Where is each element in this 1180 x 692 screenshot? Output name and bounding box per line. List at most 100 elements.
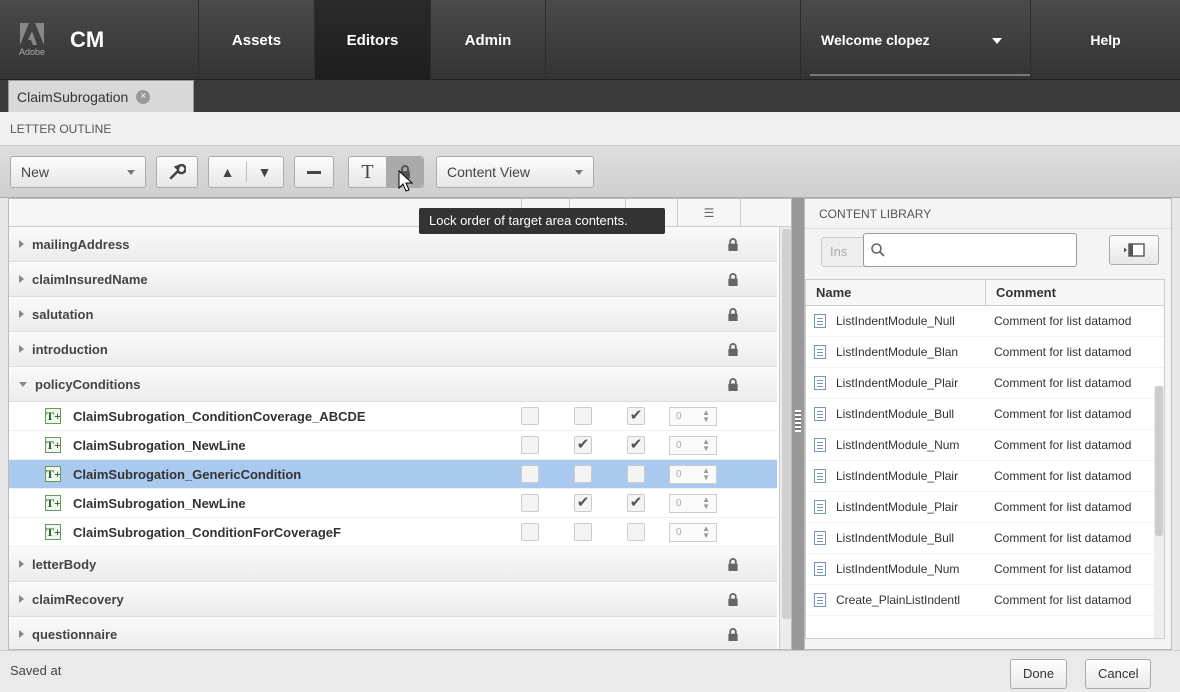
indent-column-icon[interactable]: ☰ bbox=[677, 199, 741, 227]
library-row[interactable]: ListIndentModule_Bull Comment for list da… bbox=[806, 523, 1164, 554]
indent-stepper[interactable]: 0 ▲ ▼ bbox=[669, 465, 717, 484]
tree-section-questionnaire[interactable]: questionnaire bbox=[9, 617, 777, 649]
collapse-panel-button[interactable] bbox=[1109, 235, 1159, 265]
chevron-down-icon bbox=[575, 169, 583, 175]
tree-section-policyconditions[interactable]: policyConditions bbox=[9, 367, 777, 402]
nav-tab-admin[interactable]: Admin bbox=[430, 0, 546, 80]
library-row-comment: Comment for list datamod bbox=[994, 593, 1132, 607]
selected-checkbox[interactable]: ✔ bbox=[627, 494, 645, 512]
selected-checkbox[interactable] bbox=[627, 523, 645, 541]
editable-checkbox[interactable] bbox=[521, 407, 539, 425]
stepper-arrows-icon[interactable]: ▲ ▼ bbox=[702, 496, 710, 511]
panel-splitter[interactable] bbox=[792, 198, 804, 650]
splitter-grip-icon[interactable] bbox=[795, 410, 801, 432]
library-search[interactable] bbox=[863, 233, 1077, 267]
expand-icon[interactable] bbox=[19, 345, 24, 353]
editable-checkbox[interactable] bbox=[521, 494, 539, 512]
library-search-input[interactable] bbox=[890, 242, 1070, 258]
tree-section-claimrecovery[interactable]: claimRecovery bbox=[9, 582, 777, 617]
tree-section-salutation[interactable]: salutation bbox=[9, 297, 777, 332]
properties-button[interactable] bbox=[156, 156, 198, 188]
library-scrollbar[interactable] bbox=[1154, 386, 1164, 638]
panel-collapse-icon bbox=[1124, 243, 1145, 257]
library-row[interactable]: ListIndentModule_Plair Comment for list d… bbox=[806, 368, 1164, 399]
library-row[interactable]: Create_PlainListIndentl Comment for list … bbox=[806, 585, 1164, 616]
tree-section-claiminsuredname[interactable]: claimInsuredName bbox=[9, 262, 777, 297]
expand-icon[interactable] bbox=[19, 560, 24, 568]
required-checkbox[interactable]: ✔ bbox=[574, 494, 592, 512]
child-name: ClaimSubrogation_ConditionForCoverageF bbox=[73, 524, 341, 540]
library-row-comment: Comment for list datamod bbox=[994, 407, 1132, 421]
lock-icon bbox=[728, 558, 738, 571]
indent-stepper[interactable]: 0 ▲ ▼ bbox=[669, 436, 717, 455]
lock-tooltip: Lock order of target area contents. bbox=[419, 208, 665, 234]
tree-child-row[interactable]: T+ ClaimSubrogation_ConditionCoverage_AB… bbox=[9, 402, 777, 431]
scrollbar-thumb[interactable] bbox=[782, 229, 791, 619]
stepper-arrows-icon[interactable]: ▲ ▼ bbox=[702, 525, 710, 540]
tree-scrollbar[interactable] bbox=[779, 227, 791, 649]
required-checkbox[interactable]: ✔ bbox=[574, 436, 592, 454]
tree-child-row[interactable]: T+ ClaimSubrogation_NewLine ✔ ✔ 0 ▲ ▼ bbox=[9, 489, 777, 518]
indent-stepper[interactable]: 0 ▲ ▼ bbox=[669, 494, 717, 513]
stepper-arrows-icon[interactable]: ▲ ▼ bbox=[702, 438, 710, 453]
scrollbar-thumb[interactable] bbox=[1155, 386, 1163, 536]
nav-tab-editors[interactable]: Editors bbox=[314, 0, 430, 80]
done-button[interactable]: Done bbox=[1010, 659, 1068, 689]
nav-tab-assets[interactable]: Assets bbox=[198, 0, 314, 80]
editable-checkbox[interactable] bbox=[521, 465, 539, 483]
required-checkbox[interactable] bbox=[574, 523, 592, 541]
indent-stepper[interactable]: 0 ▲ ▼ bbox=[669, 523, 717, 542]
new-select[interactable]: New bbox=[10, 156, 146, 188]
expand-icon[interactable] bbox=[19, 310, 24, 318]
tree-child-row[interactable]: T+ ClaimSubrogation_NewLine ✔ ✔ 0 ▲ ▼ bbox=[9, 431, 777, 460]
required-checkbox[interactable] bbox=[574, 465, 592, 483]
column-comment-header[interactable]: Comment bbox=[986, 280, 1056, 305]
child-name: ClaimSubrogation_ConditionCoverage_ABCDE bbox=[73, 408, 366, 424]
library-row[interactable]: ListIndentModule_Null Comment for list da… bbox=[806, 306, 1164, 337]
tree-section-letterbody[interactable]: letterBody bbox=[9, 547, 777, 582]
help-link[interactable]: Help bbox=[1030, 0, 1180, 80]
document-tab[interactable]: ClaimSubrogation × bbox=[8, 80, 194, 112]
cancel-button[interactable]: Cancel bbox=[1085, 659, 1152, 689]
user-menu[interactable]: Welcome clopez bbox=[800, 0, 1030, 80]
search-icon bbox=[871, 243, 885, 257]
indent-stepper[interactable]: 0 ▲ ▼ bbox=[669, 407, 717, 426]
library-row[interactable]: ListIndentModule_Bull Comment for list da… bbox=[806, 399, 1164, 430]
stepper-arrows-icon[interactable]: ▲ ▼ bbox=[702, 409, 710, 424]
library-row-name: Create_PlainListIndentl bbox=[836, 593, 961, 607]
arrow-down-icon[interactable]: ▼ bbox=[247, 164, 283, 180]
library-row-comment: Comment for list datamod bbox=[994, 531, 1132, 545]
editable-checkbox[interactable] bbox=[521, 436, 539, 454]
tree-section-introduction[interactable]: introduction bbox=[9, 332, 777, 367]
column-name-header[interactable]: Name bbox=[806, 280, 986, 305]
library-row[interactable]: ListIndentModule_Blan Comment for list da… bbox=[806, 337, 1164, 368]
expand-icon[interactable] bbox=[19, 275, 24, 283]
content-view-select[interactable]: Content View bbox=[436, 156, 594, 188]
library-row[interactable]: ListIndentModule_Plair Comment for list d… bbox=[806, 492, 1164, 523]
letter-outline-tree: ✎ ✱ ▶ ☰ mailingAddress claimInsuredName … bbox=[8, 198, 792, 650]
document-icon bbox=[814, 345, 826, 359]
arrow-up-icon[interactable]: ▲ bbox=[210, 164, 246, 180]
library-row[interactable]: ListIndentModule_Plair Comment for list d… bbox=[806, 461, 1164, 492]
expand-icon[interactable] bbox=[19, 630, 24, 638]
tree-child-row-selected[interactable]: T+ ClaimSubrogation_GenericCondition 0 ▲ ▼ bbox=[9, 460, 777, 489]
editable-checkbox[interactable] bbox=[521, 523, 539, 541]
selected-checkbox[interactable] bbox=[627, 465, 645, 483]
close-icon[interactable]: × bbox=[136, 89, 151, 104]
library-row[interactable]: ListIndentModule_Num Comment for list dat… bbox=[806, 430, 1164, 461]
expand-icon[interactable] bbox=[19, 240, 24, 248]
tree-child-row[interactable]: T+ ClaimSubrogation_ConditionForCoverage… bbox=[9, 518, 777, 547]
section-name: questionnaire bbox=[32, 626, 118, 642]
required-checkbox[interactable] bbox=[574, 407, 592, 425]
collapse-icon[interactable] bbox=[19, 381, 27, 387]
selected-checkbox[interactable]: ✔ bbox=[627, 407, 645, 425]
saved-status: Saved at bbox=[10, 663, 62, 678]
text-icon[interactable]: T bbox=[349, 161, 386, 184]
selected-checkbox[interactable]: ✔ bbox=[627, 436, 645, 454]
stepper-arrows-icon[interactable]: ▲ ▼ bbox=[702, 467, 710, 482]
chevron-down-icon bbox=[127, 169, 135, 175]
library-row[interactable]: ListIndentModule_Num Comment for list dat… bbox=[806, 554, 1164, 585]
content-library-panel: CONTENT LIBRARY Ins Name Comment ListInd… bbox=[804, 198, 1172, 650]
expand-icon[interactable] bbox=[19, 595, 24, 603]
remove-button[interactable] bbox=[294, 156, 334, 188]
